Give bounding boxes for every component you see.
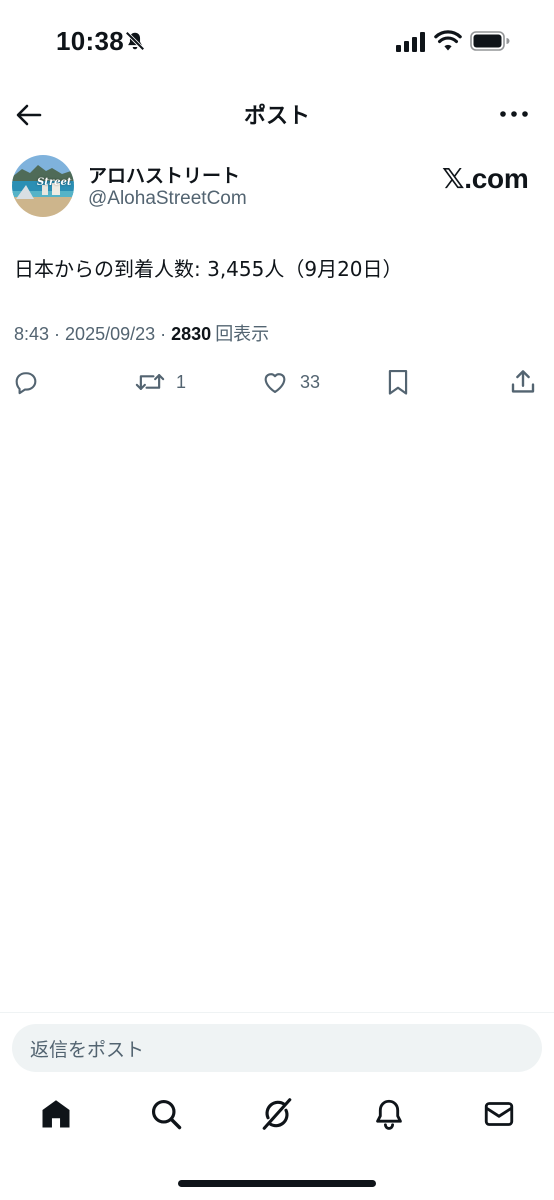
avatar-brand-text: Street	[37, 177, 72, 188]
like-button[interactable]: 33	[260, 362, 320, 402]
bookmark-icon	[388, 369, 408, 395]
nav-messages[interactable]	[481, 1096, 517, 1136]
nav-search[interactable]	[148, 1096, 184, 1136]
reply-placeholder: 返信をポスト	[30, 1038, 145, 1061]
author-avatar[interactable]: Street	[12, 155, 74, 217]
meta-separator: ·	[155, 324, 172, 344]
comment-icon	[15, 372, 37, 395]
home-icon	[42, 1100, 70, 1128]
share-icon	[511, 370, 535, 393]
post-text: 日本からの到着人数: 3,455人（9月20日）	[14, 257, 403, 281]
battery-icon	[470, 31, 510, 51]
author-name[interactable]: アロハストリート	[88, 161, 240, 188]
repost-icon	[135, 374, 165, 390]
cellular-signal-icon	[396, 32, 425, 52]
bottom-navigation	[0, 1096, 554, 1140]
reply-button[interactable]	[12, 362, 50, 402]
heart-icon	[264, 373, 286, 393]
mail-icon	[484, 1102, 514, 1126]
nav-grok[interactable]	[259, 1096, 295, 1136]
status-bar: 10:38	[0, 0, 554, 80]
page-title: ポスト	[243, 104, 310, 129]
home-indicator[interactable]	[178, 1180, 376, 1187]
author-handle[interactable]: @AlohaStreetCom	[88, 188, 247, 210]
post-date: 2025/09/23	[65, 324, 156, 344]
grok-icon	[262, 1098, 292, 1130]
bell-off-icon	[125, 31, 145, 51]
post-time: 8:43	[14, 324, 50, 344]
bell-icon	[376, 1099, 402, 1130]
search-icon	[151, 1099, 182, 1130]
bookmark-button[interactable]	[384, 362, 412, 402]
repost-count: 1	[176, 371, 187, 392]
top-header: ポスト	[0, 86, 554, 142]
x-logo-icon: 𝕏	[442, 162, 465, 195]
like-count: 33	[300, 371, 321, 392]
wifi-icon	[434, 30, 462, 51]
views-count[interactable]: 2830	[171, 324, 211, 344]
nav-home[interactable]	[38, 1096, 74, 1136]
views-label: 回表示	[215, 324, 270, 344]
x-com-logo: 𝕏.com	[442, 162, 529, 195]
reply-input[interactable]: 返信をポスト	[12, 1024, 542, 1072]
more-options-icon[interactable]	[496, 104, 532, 124]
post-actions: 1 33	[0, 362, 554, 402]
x-com-badge-text: .com	[464, 163, 529, 194]
meta-separator: ·	[49, 324, 66, 344]
post-detail-screen: 10:38 ポスト Street アロハストリート @AlohaStreetCo…	[0, 0, 554, 1200]
reply-divider	[0, 1012, 554, 1013]
share-button[interactable]	[508, 362, 538, 402]
post-meta: 8:43 · 2025/09/23 · 2830 回表示	[14, 320, 269, 346]
status-time: 10:38	[56, 26, 124, 56]
repost-button[interactable]: 1	[134, 362, 186, 402]
nav-notifications[interactable]	[371, 1096, 407, 1136]
